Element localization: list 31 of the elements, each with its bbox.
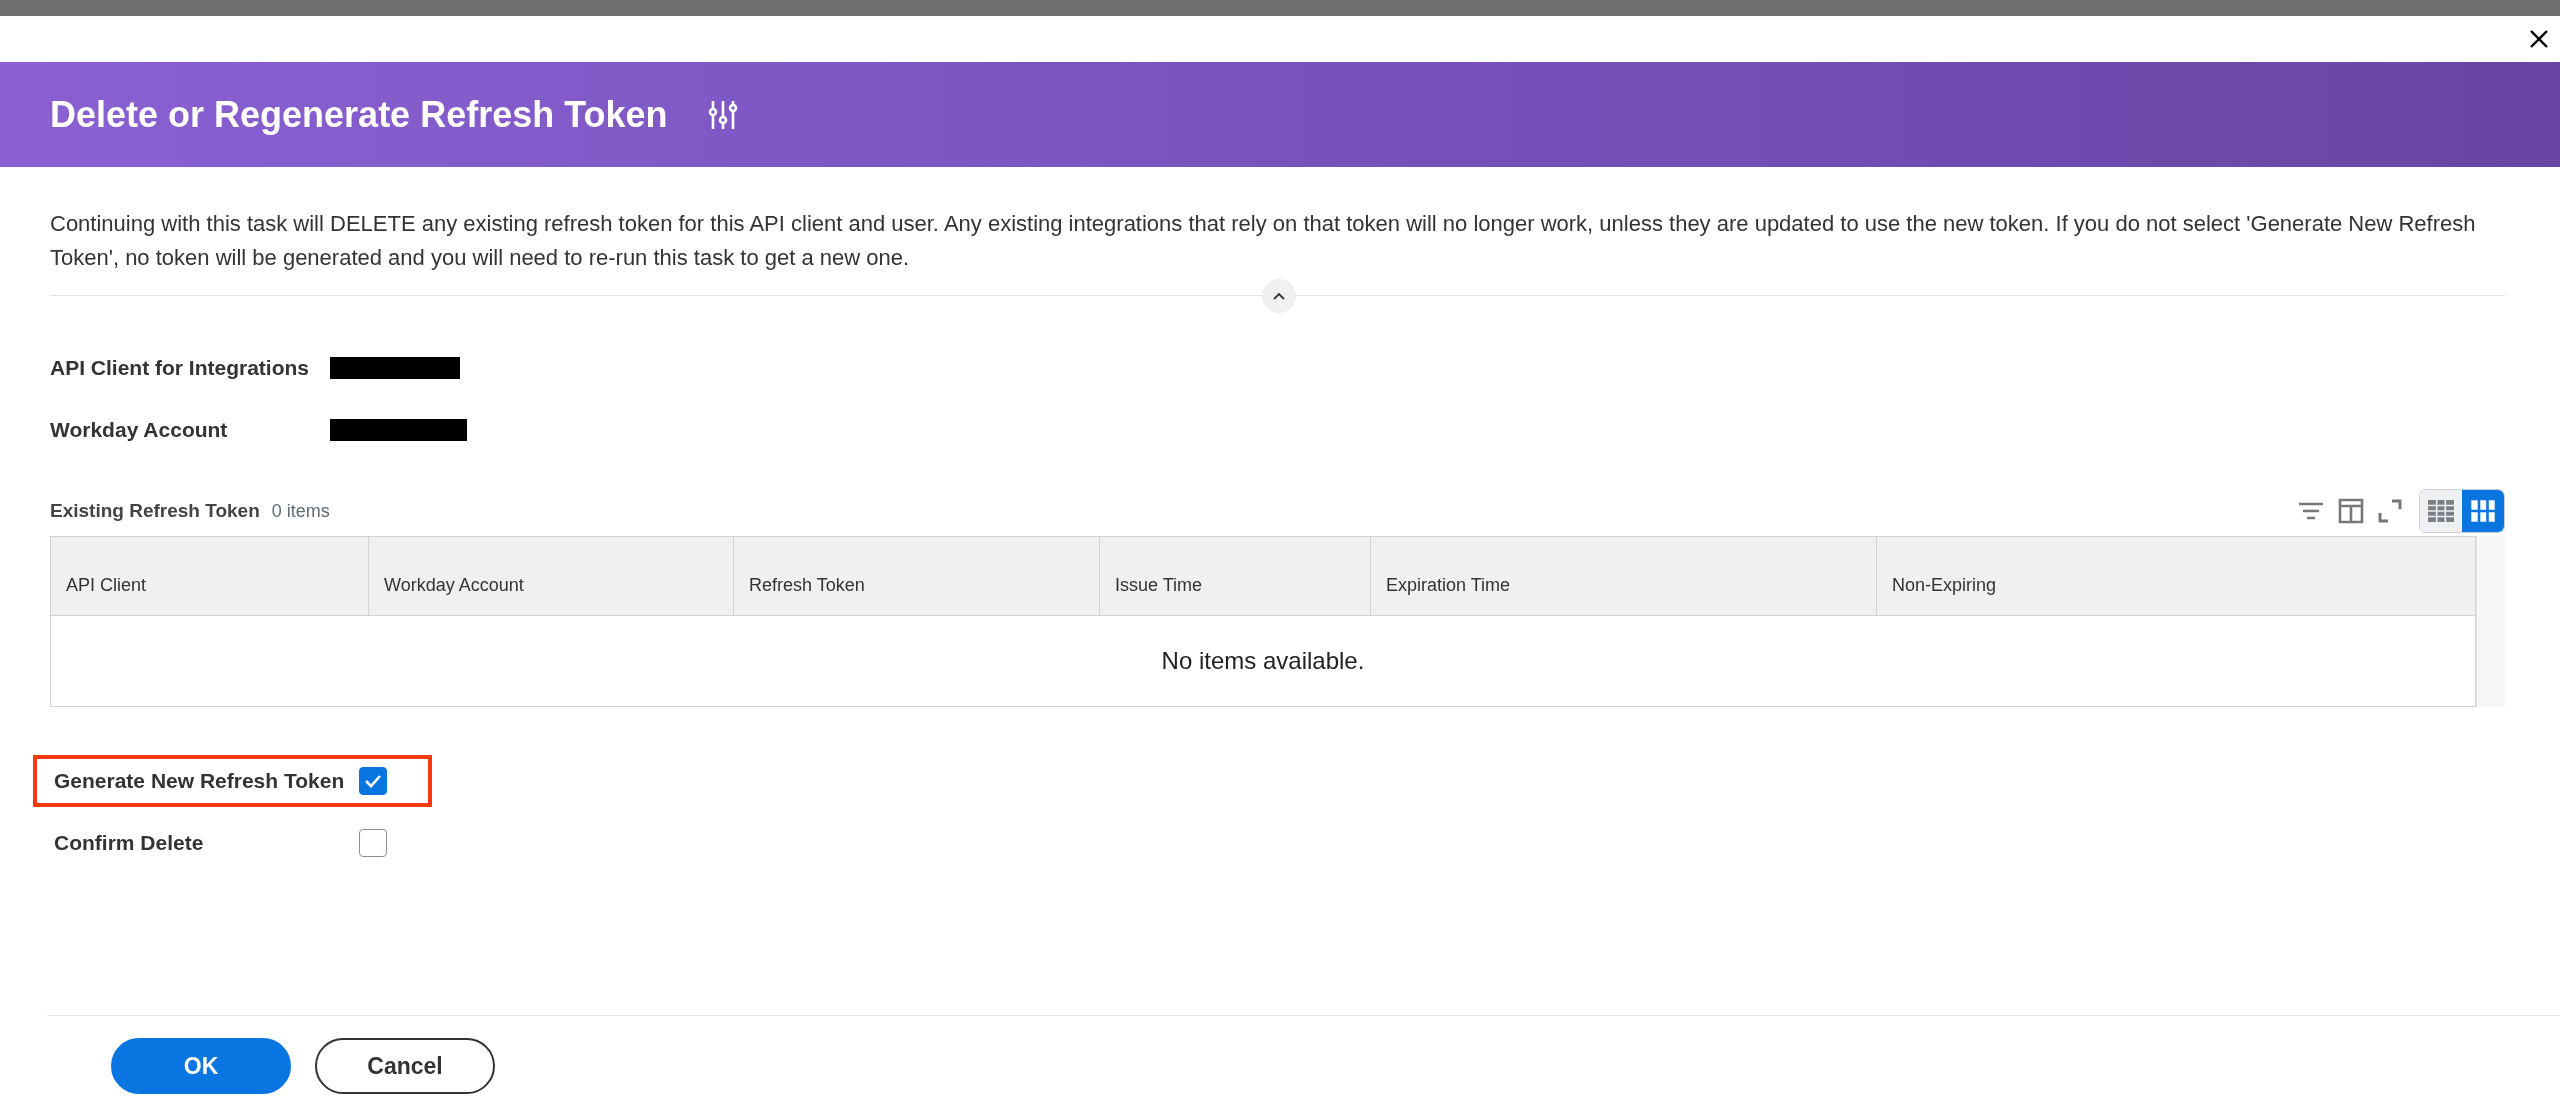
- column-header: Expiration Time: [1371, 537, 1877, 615]
- field-label: Workday Account: [50, 418, 229, 442]
- sliders-icon[interactable]: [707, 98, 738, 131]
- ok-button[interactable]: OK: [111, 1038, 291, 1094]
- cancel-button[interactable]: Cancel: [315, 1038, 495, 1094]
- table-rows-icon: [2427, 499, 2455, 523]
- list-view-button[interactable]: [2420, 490, 2462, 532]
- close-icon: [2528, 28, 2550, 50]
- filter-icon[interactable]: [2297, 500, 2325, 522]
- field-label: API Client for Integrations: [50, 356, 310, 380]
- empty-message: No items available.: [1161, 647, 1365, 675]
- dialog-title: Delete or Regenerate Refresh Token: [50, 93, 668, 136]
- checkbox[interactable]: [359, 829, 387, 857]
- item-count: 0 items: [271, 500, 330, 522]
- grid-icon: [2469, 498, 2497, 524]
- grid-view-button[interactable]: [2462, 490, 2504, 532]
- expand-icon[interactable]: [2377, 498, 2403, 524]
- column-header: Workday Account: [369, 537, 734, 615]
- collapse-button[interactable]: [1262, 279, 1296, 313]
- column-header: Non-Expiring: [1891, 574, 1998, 597]
- checkbox-label: Confirm Delete: [54, 831, 205, 855]
- checkbox-label: Generate New Refresh Token: [54, 769, 346, 793]
- table-title: Existing Refresh Token: [50, 500, 260, 522]
- checkbox[interactable]: [359, 767, 387, 795]
- column-header: Refresh Token: [734, 537, 1100, 615]
- chevron-up-icon: [1272, 291, 1286, 301]
- column-header: API Client: [51, 537, 369, 615]
- description-text: Continuing with this task will DELETE any existing refresh token for this API client and user. Any existing integrations that rely on that token will no longer work, unless they are updated to use the new token. If you do not select 'Generate New Refresh Token', no token will be generated and you will need to re-run this task to get a new one.: [50, 210, 2477, 272]
- checkmark-icon: [364, 774, 382, 788]
- column-header: Issue Time: [1100, 537, 1371, 615]
- columns-icon[interactable]: [2337, 497, 2365, 525]
